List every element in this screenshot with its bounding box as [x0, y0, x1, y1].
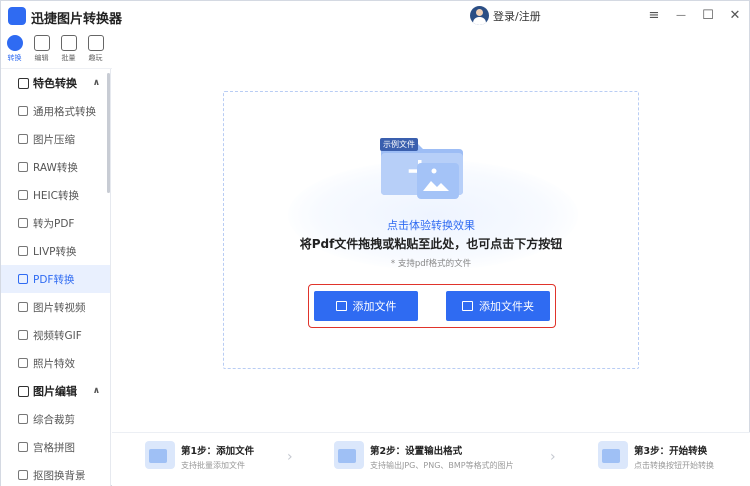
sidebar-item-label: 视频转GIF	[33, 329, 82, 342]
tab-fun-label: 趣玩	[88, 54, 103, 62]
supported-format-note: * 支持pdf格式的文件	[390, 259, 472, 269]
add-file-label: 添加文件	[352, 300, 397, 313]
avatar-icon[interactable]	[470, 6, 489, 25]
heic-icon	[18, 190, 28, 200]
batch-icon	[60, 35, 77, 51]
edit-icon	[33, 35, 50, 51]
settings-step-icon	[334, 441, 364, 469]
convert-group-icon	[18, 77, 29, 89]
tab-edit-label: 编辑	[34, 54, 49, 62]
fun-icon	[87, 35, 104, 51]
sidebar-item-photo-effects[interactable]: 照片特效	[1, 349, 110, 377]
step-title: 第1步：添加文件	[181, 446, 255, 457]
sidebar-item-image-to-video[interactable]: 图片转视频	[1, 293, 110, 321]
sidebar-item-label: HEIC转换	[33, 189, 79, 202]
tab-edit[interactable]: 编辑	[28, 31, 55, 69]
group-label: 特色转换	[33, 77, 77, 90]
sidebar-item-general-convert[interactable]: 通用格式转换	[1, 97, 110, 125]
sidebar-item-label: 宫格拼图	[33, 441, 75, 454]
pdf-convert-icon	[18, 274, 28, 284]
step-desc: 支持输出JPG、PNG、BMP等格式的图片	[370, 461, 514, 470]
raw-icon	[18, 162, 28, 172]
group-special-convert[interactable]: 特色转换 ∧	[1, 69, 110, 97]
convert-icon	[6, 35, 23, 51]
sidebar-item-label: 转为PDF	[33, 217, 75, 230]
convert-step-icon	[598, 441, 628, 469]
user-login[interactable]: 登录/注册	[470, 6, 541, 25]
sidebar-item-livp[interactable]: LIVP转换	[1, 237, 110, 265]
step-desc: 点击转换按钮开始转换	[634, 461, 714, 470]
title-bar: 迅捷图片转换器 登录/注册 ≡ — ☐ ✕	[1, 1, 749, 31]
image-icon	[335, 301, 347, 311]
app-logo-icon	[8, 7, 26, 25]
menu-button[interactable]: ≡	[644, 6, 664, 26]
tab-fun[interactable]: 趣玩	[82, 31, 109, 69]
compress-icon	[18, 134, 28, 144]
livp-icon	[18, 246, 28, 256]
step-title: 第3步：开始转换	[634, 446, 708, 457]
grid-icon	[18, 442, 28, 452]
sidebar-item-label: LIVP转换	[33, 245, 77, 258]
sidebar-item-label: 抠图换背景	[33, 469, 86, 482]
sidebar-item-heic[interactable]: HEIC转换	[1, 181, 110, 209]
login-link[interactable]: 登录/注册	[493, 8, 541, 24]
sidebar-item-pdf-convert[interactable]: PDF转换	[1, 265, 110, 293]
sidebar-item-crop[interactable]: 综合裁剪	[1, 405, 110, 433]
close-button[interactable]: ✕	[725, 6, 745, 26]
sidebar-item-label: 综合裁剪	[33, 413, 75, 426]
sidebar-item-label: 图片压缩	[33, 133, 75, 146]
edit-group-icon	[18, 385, 29, 397]
sidebar-item-label: 通用格式转换	[33, 105, 96, 118]
crop-icon	[18, 414, 28, 424]
drop-instruction: 将Pdf文件拖拽或粘贴至此处，也可点击下方按钮	[299, 237, 563, 251]
steps-bar: 第1步：添加文件 支持批量添加文件 › 第2步：设置输出格式 支持输出JPG、P…	[112, 432, 750, 486]
app-window: 迅捷图片转换器 登录/注册 ≡ — ☐ ✕ 转换 编辑 批量 趣玩 特色转换 ∧…	[0, 0, 750, 486]
chevron-up-icon[interactable]: ∧	[93, 78, 100, 88]
group-image-edit[interactable]: 图片编辑 ∧	[1, 377, 110, 405]
group-label: 图片编辑	[33, 385, 77, 398]
app-title: 迅捷图片转换器	[31, 12, 123, 27]
maximize-button[interactable]: ☐	[698, 6, 718, 26]
sidebar-item-raw[interactable]: RAW转换	[1, 153, 110, 181]
sidebar-item-remove-bg[interactable]: 抠图换背景	[1, 461, 110, 486]
step-3: 第3步：开始转换 点击转换按钮开始转换	[598, 441, 714, 471]
add-folder-label: 添加文件夹	[479, 300, 534, 313]
sidebar-item-label: RAW转换	[33, 161, 78, 174]
mode-tabs: 转换 编辑 批量 趣玩	[1, 31, 112, 69]
step-title: 第2步：设置输出格式	[370, 446, 463, 457]
file-drop-zone[interactable]: 示例文件 点击体验转换效果 将Pdf文件拖拽或粘贴至此处，也可点击下方按钮 * …	[223, 91, 639, 369]
swap-icon	[18, 106, 28, 116]
sidebar-item-label: 图片转视频	[33, 301, 86, 314]
sample-file-tag[interactable]: 示例文件	[380, 138, 418, 151]
step-1: 第1步：添加文件 支持批量添加文件	[145, 441, 254, 471]
tab-batch-label: 批量	[61, 54, 76, 62]
sidebar: 特色转换 ∧ 通用格式转换 图片压缩 RAW转换 HEIC转换 转为PDF LI…	[1, 69, 111, 486]
chevron-up-icon[interactable]: ∧	[93, 386, 100, 396]
sidebar-item-video-to-gif[interactable]: 视频转GIF	[1, 321, 110, 349]
add-folder-button[interactable]: 添加文件夹	[446, 291, 550, 321]
tab-convert[interactable]: 转换	[1, 31, 28, 69]
sidebar-item-label: 照片特效	[33, 357, 75, 370]
chevron-right-icon: ›	[287, 449, 293, 465]
folder-plus-icon	[462, 301, 473, 311]
gif-icon	[18, 330, 28, 340]
sidebar-item-label: PDF转换	[33, 273, 75, 286]
chevron-right-icon: ›	[550, 449, 556, 465]
sidebar-item-grid-collage[interactable]: 宫格拼图	[1, 433, 110, 461]
pdf-icon	[18, 218, 28, 228]
sidebar-item-compress[interactable]: 图片压缩	[1, 125, 110, 153]
sidebar-scrollbar[interactable]	[107, 73, 110, 193]
sidebar-item-to-pdf[interactable]: 转为PDF	[1, 209, 110, 237]
video-icon	[18, 302, 28, 312]
add-image-step-icon	[145, 441, 175, 469]
effects-icon	[18, 358, 28, 368]
minimize-button[interactable]: —	[671, 6, 691, 26]
cutout-icon	[18, 470, 28, 480]
step-desc: 支持批量添加文件	[181, 461, 245, 470]
step-2: 第2步：设置输出格式 支持输出JPG、PNG、BMP等格式的图片	[334, 441, 514, 471]
add-file-button[interactable]: 添加文件	[314, 291, 418, 321]
tab-convert-label: 转换	[7, 54, 22, 62]
tab-batch[interactable]: 批量	[55, 31, 82, 69]
try-demo-link[interactable]: 点击体验转换效果	[224, 217, 638, 233]
